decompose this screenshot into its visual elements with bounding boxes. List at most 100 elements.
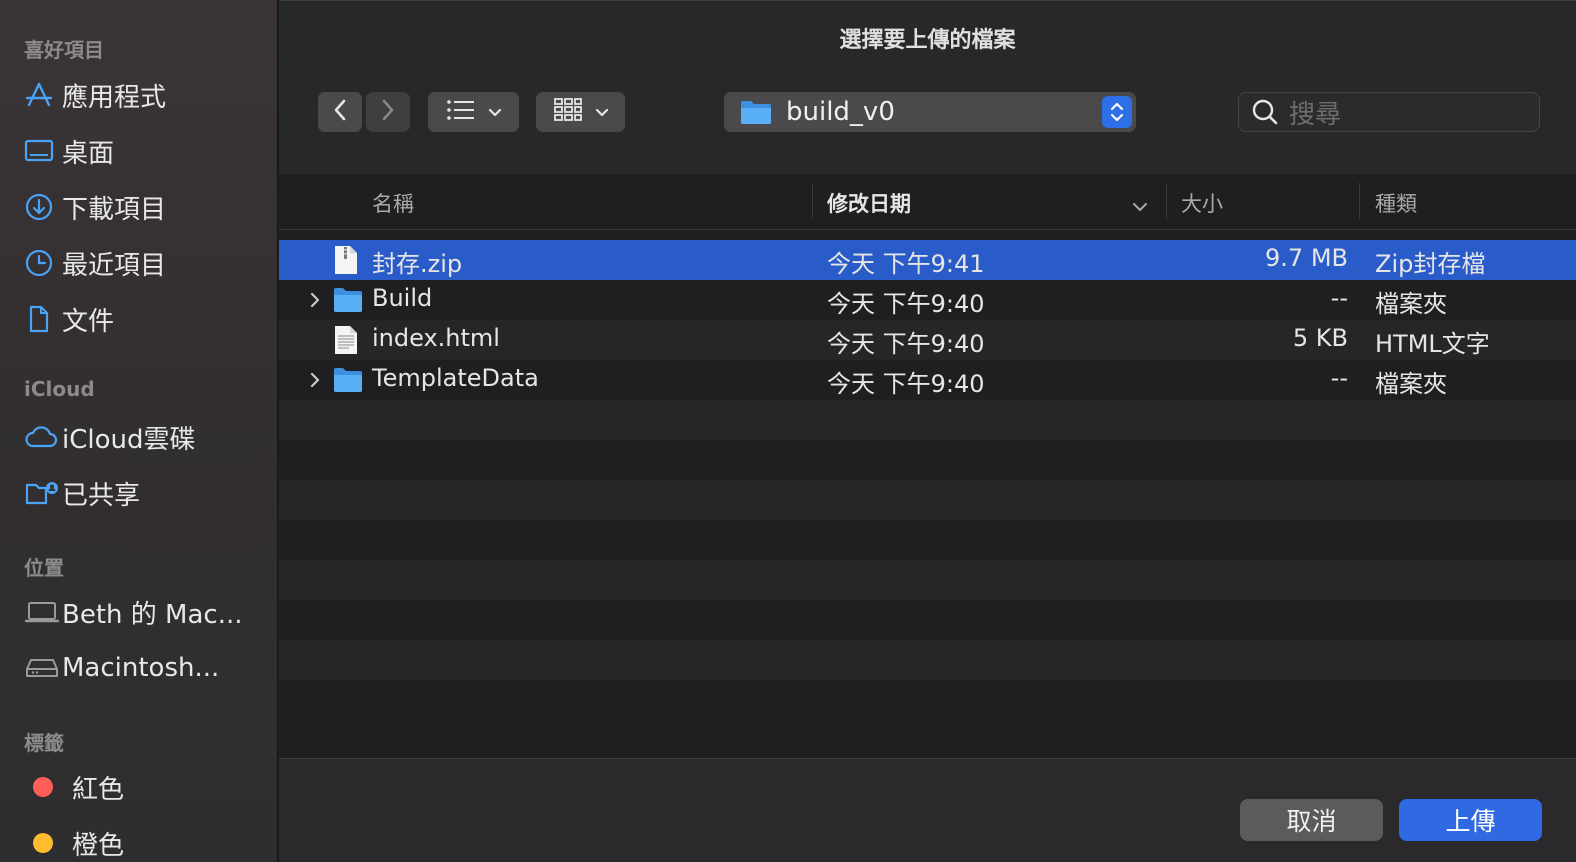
sidebar-item-label: 紅色 (72, 774, 125, 805)
red-tag-dot-icon (33, 777, 53, 797)
laptop-icon (24, 596, 62, 628)
recents-icon (24, 247, 62, 279)
hard-drive-icon (24, 652, 62, 684)
search-icon (1251, 98, 1279, 126)
upload-button[interactable]: 上傳 (1399, 799, 1542, 841)
file-name: index.html (372, 324, 500, 352)
file-size: 9.7 MB (1265, 244, 1348, 272)
sidebar: 喜好項目 應用程式 桌面 下載項目 最近項目 文件 iCloud iCloud雲… (0, 0, 278, 862)
applications-icon (24, 79, 62, 111)
sidebar-item-label: Beth 的 Mac... (62, 599, 243, 630)
disclosure-chevron-icon[interactable] (309, 371, 321, 393)
sidebar-item-mac[interactable]: Beth 的 Mac... (24, 590, 264, 634)
column-divider[interactable] (1359, 183, 1360, 219)
file-row[interactable]: Build 今天 下午9:40 -- 檔案夾 (279, 280, 1576, 320)
location-popup[interactable]: build_v0 (724, 92, 1136, 132)
sidebar-item-tag-orange[interactable]: 橙色 (24, 821, 264, 862)
column-divider[interactable] (1166, 183, 1167, 219)
sidebar-item-label: 應用程式 (62, 82, 167, 113)
dialog-footer: 取消 上傳 (279, 759, 1576, 862)
folder-icon (333, 285, 363, 317)
column-divider[interactable] (812, 183, 813, 219)
search-field[interactable]: 搜尋 (1238, 92, 1540, 132)
file-date: 今天 下午9:41 (827, 250, 985, 278)
sidebar-item-tag-red[interactable]: 紅色 (24, 765, 264, 809)
empty-row (279, 640, 1576, 680)
locations-header: 位置 (24, 556, 64, 580)
sidebar-item-icloud-drive[interactable]: iCloud雲碟 (24, 415, 264, 459)
file-row[interactable]: index.html 今天 下午9:40 5 KB HTML文字 (279, 320, 1576, 360)
column-name-header[interactable]: 名稱 (372, 188, 414, 218)
sidebar-item-label: 最近項目 (62, 250, 167, 281)
file-size: 5 KB (1292, 324, 1348, 352)
column-size-header[interactable]: 大小 (1181, 188, 1223, 218)
file-name: 封存.zip (372, 250, 463, 278)
sidebar-item-label: 橙色 (72, 830, 125, 861)
documents-icon (24, 303, 62, 335)
favorites-header: 喜好項目 (24, 38, 104, 62)
icloud-header: iCloud (24, 377, 95, 401)
desktop-icon (24, 135, 62, 167)
shared-folder-icon (24, 477, 62, 509)
sidebar-item-shared[interactable]: 已共享 (24, 471, 264, 515)
file-row[interactable]: 封存.zip 今天 下午9:41 9.7 MB Zip封存檔 (279, 240, 1576, 280)
sidebar-item-label: 已共享 (62, 480, 141, 511)
up-down-chevron-icon (1102, 96, 1132, 128)
file-row[interactable]: TemplateData 今天 下午9:40 -- 檔案夾 (279, 360, 1576, 400)
tags-header: 標籤 (24, 731, 64, 755)
file-kind: Zip封存檔 (1375, 250, 1486, 278)
forward-button[interactable] (366, 92, 410, 132)
file-size: -- (1330, 364, 1348, 392)
empty-row (279, 560, 1576, 600)
file-date: 今天 下午9:40 (827, 370, 985, 398)
sidebar-item-desktop[interactable]: 桌面 (24, 129, 264, 173)
file-kind: 檔案夾 (1375, 370, 1447, 398)
file-size: -- (1330, 284, 1348, 312)
chevron-left-icon (332, 98, 348, 126)
column-date-header[interactable]: 修改日期 (827, 188, 911, 218)
disclosure-chevron-icon[interactable] (309, 291, 321, 313)
file-name: Build (372, 284, 433, 312)
file-name: TemplateData (372, 364, 539, 392)
column-kind-header[interactable]: 種類 (1375, 188, 1417, 218)
empty-row (279, 680, 1576, 718)
sidebar-item-label: 下載項目 (62, 194, 167, 225)
back-button[interactable] (318, 92, 362, 132)
file-kind: HTML文字 (1375, 330, 1490, 358)
sidebar-item-applications[interactable]: 應用程式 (24, 73, 264, 117)
sort-chevron-down-icon (1132, 197, 1148, 216)
zip-file-icon (333, 245, 359, 279)
html-file-icon (333, 325, 359, 359)
sidebar-item-recents[interactable]: 最近項目 (24, 241, 264, 285)
file-kind: 檔案夾 (1375, 290, 1447, 318)
chevron-down-icon (488, 103, 502, 122)
column-header: 名稱 修改日期 大小 種類 (279, 175, 1576, 230)
sidebar-item-label: 文件 (62, 306, 115, 337)
empty-row (279, 520, 1576, 560)
file-list: 封存.zip 今天 下午9:41 9.7 MB Zip封存檔 Build 今天 … (279, 240, 1576, 718)
empty-row (279, 440, 1576, 480)
empty-row (279, 600, 1576, 640)
folder-icon (333, 365, 363, 397)
empty-row (279, 400, 1576, 440)
folder-icon (740, 99, 772, 125)
sidebar-item-label: 桌面 (62, 138, 115, 169)
chevron-right-icon (380, 98, 396, 126)
group-view-button[interactable] (536, 92, 625, 132)
empty-row (279, 480, 1576, 520)
downloads-icon (24, 191, 62, 223)
sidebar-item-macintosh-hd[interactable]: Macintosh... (24, 646, 264, 690)
grid-icon (553, 97, 583, 127)
sidebar-item-label: iCloud雲碟 (62, 424, 196, 455)
list-view-button[interactable] (428, 92, 519, 132)
toolbar: 選擇要上傳的檔案 build_v0 搜尋 (279, 0, 1576, 174)
sidebar-item-documents[interactable]: 文件 (24, 297, 264, 341)
main-panel: 選擇要上傳的檔案 build_v0 搜尋 名稱 修改日期 大小 種類 封存.zi… (279, 0, 1576, 862)
sidebar-item-downloads[interactable]: 下載項目 (24, 185, 264, 229)
search-placeholder: 搜尋 (1289, 99, 1342, 130)
file-date: 今天 下午9:40 (827, 290, 985, 318)
file-date: 今天 下午9:40 (827, 330, 985, 358)
cancel-button[interactable]: 取消 (1240, 799, 1383, 841)
chevron-down-icon (595, 103, 609, 122)
list-view-icon (446, 98, 476, 126)
